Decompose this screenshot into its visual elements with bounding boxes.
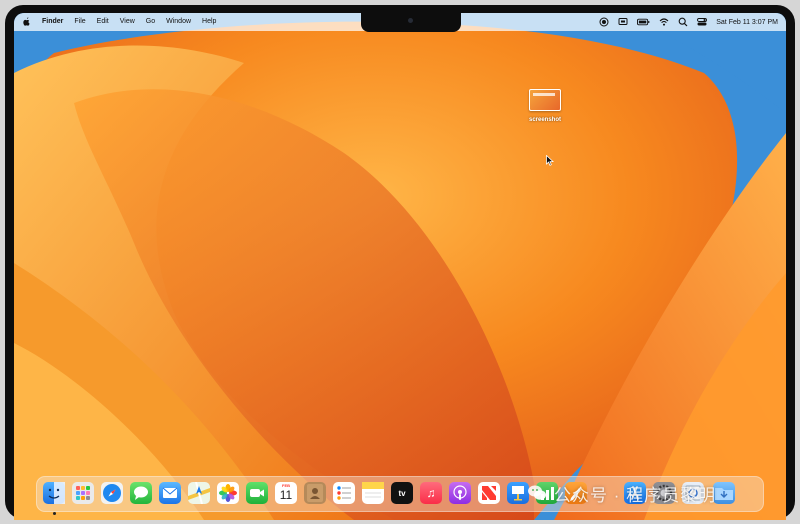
battery-icon[interactable] [637,17,650,27]
launchpad-icon [76,486,90,500]
dock-messages[interactable] [130,482,152,504]
dock-podcasts[interactable] [449,482,471,504]
dock-maps[interactable] [188,481,210,505]
desktop-file-screenshot[interactable]: screenshot [527,89,563,123]
dock-calendar[interactable]: FEB 11 [275,482,297,504]
control-center-icon[interactable] [697,17,708,27]
spotlight-search-icon[interactable] [678,17,688,27]
desktop-screen: Finder File Edit View Go Window Help Sat… [14,13,786,520]
menu-help[interactable]: Help [202,13,216,31]
reminders-list-icon [337,486,351,500]
dock-music[interactable]: ♫ [420,482,442,504]
watermark-text: 公众号 · 程序员黎明 [554,486,717,505]
menu-go[interactable]: Go [146,13,155,31]
contact-person-icon [307,484,323,502]
downloads-folder-icon [715,488,733,500]
laptop-frame: Finder File Edit View Go Window Help Sat… [0,0,800,524]
finder-icon [48,482,65,504]
dock-reminders[interactable] [333,482,355,504]
camera-notch [361,13,461,32]
dock-mail[interactable] [159,482,181,504]
wifi-icon[interactable] [659,17,669,27]
display-icon[interactable] [618,17,628,27]
dock-photos[interactable] [217,482,239,504]
dock-news[interactable] [478,482,500,504]
menu-clock[interactable]: Sat Feb 11 3:07 PM [716,19,778,26]
apple-tv-icon: tv [398,488,406,498]
dock-safari[interactable] [101,482,123,504]
menu-app-name[interactable]: Finder [42,13,63,31]
dock-notes[interactable] [362,482,384,504]
dock-downloads[interactable] [713,482,735,504]
dock-facetime[interactable] [246,482,268,504]
keynote-podium-icon [512,486,524,501]
message-bubble-icon [134,486,148,500]
dock-launchpad[interactable] [72,482,94,504]
notes-pad-icon [362,482,384,498]
photos-flower-icon [219,484,237,502]
wallpaper [14,13,786,520]
menu-file[interactable]: File [74,13,85,31]
screen-record-icon[interactable] [599,17,609,27]
wechat-icon [528,485,546,500]
apple-menu-icon[interactable] [22,17,31,27]
news-icon [482,486,496,500]
menu-window[interactable]: Window [166,13,191,31]
safari-compass-icon [103,484,121,502]
image-thumbnail-icon [529,89,561,111]
menu-edit[interactable]: Edit [97,13,109,31]
dock-tv[interactable]: tv [391,482,413,504]
podcasts-icon [453,485,467,500]
menu-view[interactable]: View [120,13,135,31]
dock-contacts[interactable] [304,482,326,504]
video-camera-icon [250,489,264,497]
desktop-file-label: screenshot [528,117,561,123]
calendar-day: 11 [279,488,293,502]
mouse-cursor-icon [546,155,554,166]
running-indicator [53,512,56,515]
dock-keynote[interactable] [507,482,529,504]
mail-envelope-icon [162,487,178,498]
music-note-icon: ♫ [426,486,436,500]
dock-finder[interactable] [43,482,65,515]
maps-icon [188,481,210,505]
camera-icon [408,18,413,23]
